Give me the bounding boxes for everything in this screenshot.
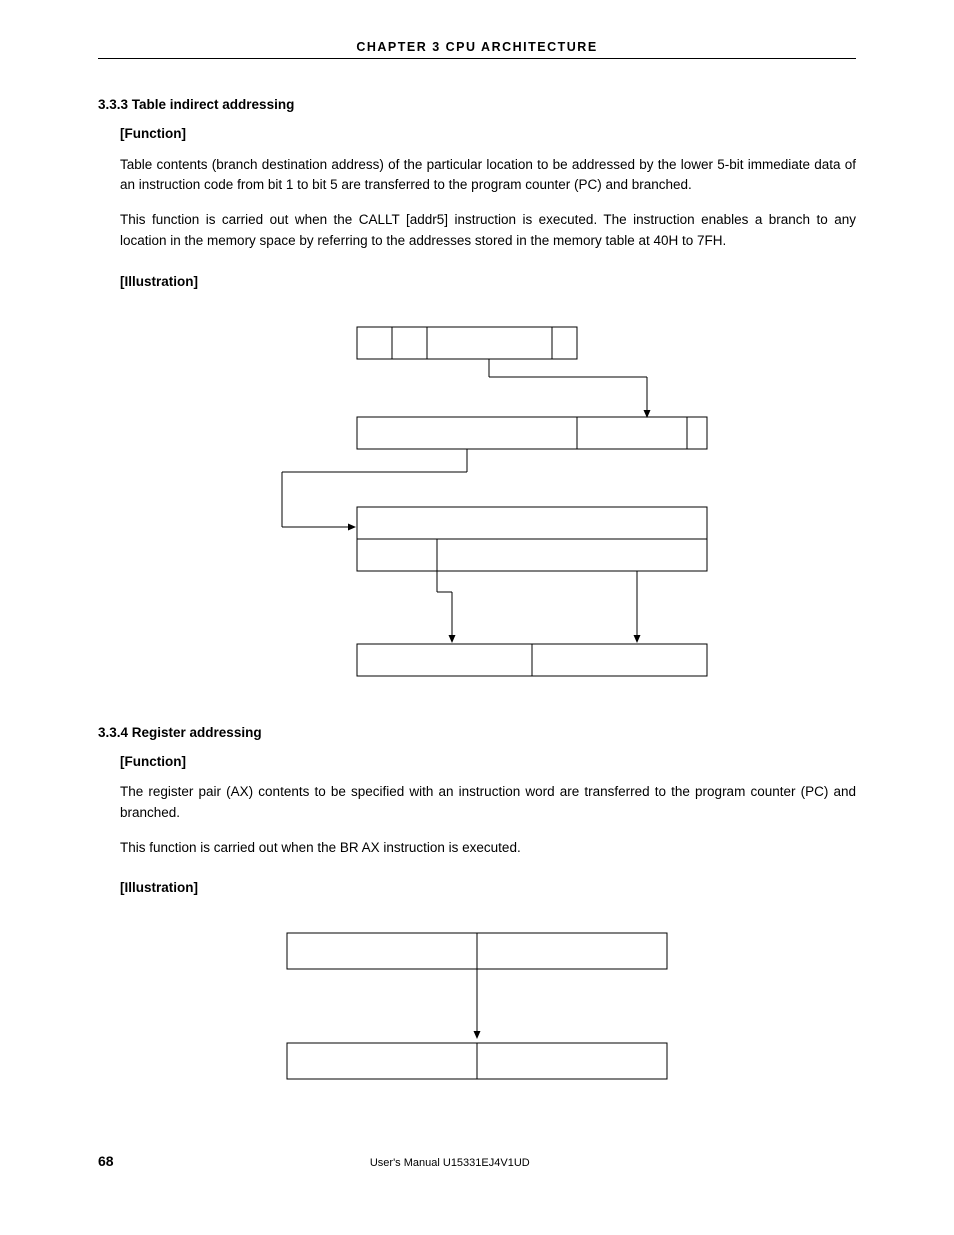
illustration-label-334: [Illustration]	[120, 880, 856, 895]
chapter-header: CHAPTER 3 CPU ARCHITECTURE	[98, 40, 856, 59]
function-label-333: [Function]	[120, 126, 856, 141]
section-333-para2: This function is carried out when the CA…	[120, 210, 856, 252]
document-id: User's Manual U15331EJ4V1UD	[370, 1157, 530, 1169]
section-334-para1: The register pair (AX) contents to be sp…	[120, 782, 856, 824]
document-page: CHAPTER 3 CPU ARCHITECTURE 3.3.3 Table i…	[0, 0, 954, 1199]
section-3-3-4-heading: 3.3.4 Register addressing	[98, 725, 856, 740]
illustration-label-333: [Illustration]	[120, 274, 856, 289]
section-3-3-3-heading: 3.3.3 Table indirect addressing	[98, 97, 856, 112]
page-number: 68	[98, 1153, 114, 1169]
section-333-para1: Table contents (branch destination addre…	[120, 155, 856, 197]
page-footer: 68 User's Manual U15331EJ4V1UD	[98, 1153, 856, 1169]
section-334-para2: This function is carried out when the BR…	[120, 838, 856, 859]
illustration-333-diagram	[98, 317, 856, 697]
illustration-334-diagram	[98, 923, 856, 1103]
function-label-334: [Function]	[120, 754, 856, 769]
